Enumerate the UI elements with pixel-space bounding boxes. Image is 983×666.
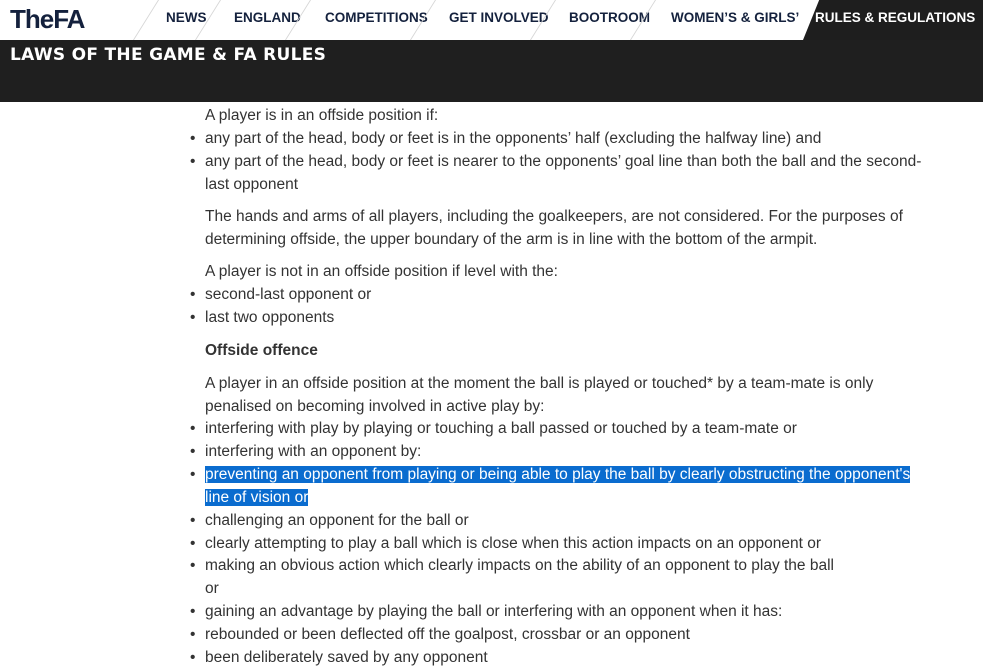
nav-item-news[interactable]: NEWS (166, 0, 207, 40)
bullet-glyph: • (190, 649, 196, 666)
bullet-glyph: • (190, 626, 196, 643)
bullet-glyph: • (190, 535, 196, 552)
list-item-continuation: last opponent (205, 176, 299, 193)
bullet-glyph: • (190, 286, 196, 303)
offence-intro: A player in an offside position at the m… (205, 375, 874, 392)
list-item: interfering with play by playing or touc… (205, 420, 797, 437)
list-item: last two opponents (205, 309, 335, 326)
bullet-glyph: • (190, 512, 196, 529)
bullet-glyph: • (190, 603, 196, 620)
nav-item-bootroom[interactable]: BOOTROOM (569, 0, 650, 40)
list-item-continuation: or (205, 580, 219, 597)
bullet-glyph: • (190, 309, 196, 326)
list-item: challenging an opponent for the ball or (205, 512, 469, 529)
bullet-glyph: • (190, 466, 196, 483)
list-item: been deliberately saved by any opponent (205, 649, 488, 666)
selected-text-line: line of vision or (205, 489, 309, 506)
selected-text[interactable]: preventing an opponent from playing or b… (205, 463, 945, 509)
page-title: LAWS OF THE GAME & FA RULES (10, 45, 327, 65)
nav-item-womens-girls[interactable]: WOMEN’S & GIRLS’ (671, 0, 799, 40)
list-item: gaining an advantage by playing the ball… (205, 603, 783, 620)
list-item: any part of the head, body or feet is ne… (205, 153, 922, 170)
list-item: second-last opponent or (205, 286, 372, 303)
article-content: A player is in an offside position if: •… (0, 102, 983, 666)
list-item: interfering with an opponent by: (205, 443, 422, 460)
nav-item-rules-regulations[interactable]: RULES & REGULATIONS (815, 0, 975, 40)
list-item: any part of the head, body or feet is in… (205, 130, 822, 147)
section-heading-offside-offence: Offside offence (205, 342, 318, 359)
nav-item-england[interactable]: ENGLAND (234, 0, 301, 40)
not-offside-intro: A player is not in an offside position i… (205, 263, 558, 280)
hands-arms-text: The hands and arms of all players, inclu… (205, 208, 903, 225)
section-banner: LAWS OF THE GAME & FA RULES (0, 40, 983, 102)
bullet-glyph: • (190, 420, 196, 437)
selected-text-line: preventing an opponent from playing or b… (205, 466, 911, 483)
top-navigation: TheFA NEWS ENGLAND COMPETITIONS GET INVO… (0, 0, 983, 48)
list-item: making an obvious action which clearly i… (205, 557, 834, 574)
offside-position-intro: A player is in an offside position if: (205, 107, 439, 124)
bullet-glyph: • (190, 153, 196, 170)
offence-intro: penalised on becoming involved in active… (205, 398, 545, 415)
list-item: rebounded or been deflected off the goal… (205, 626, 690, 643)
bullet-glyph: • (190, 557, 196, 574)
fa-logo[interactable]: TheFA (10, 5, 85, 33)
bullet-glyph: • (190, 443, 196, 460)
list-item: clearly attempting to play a ball which … (205, 535, 822, 552)
bullet-glyph: • (190, 130, 196, 147)
hands-arms-text: determining offside, the upper boundary … (205, 231, 818, 248)
